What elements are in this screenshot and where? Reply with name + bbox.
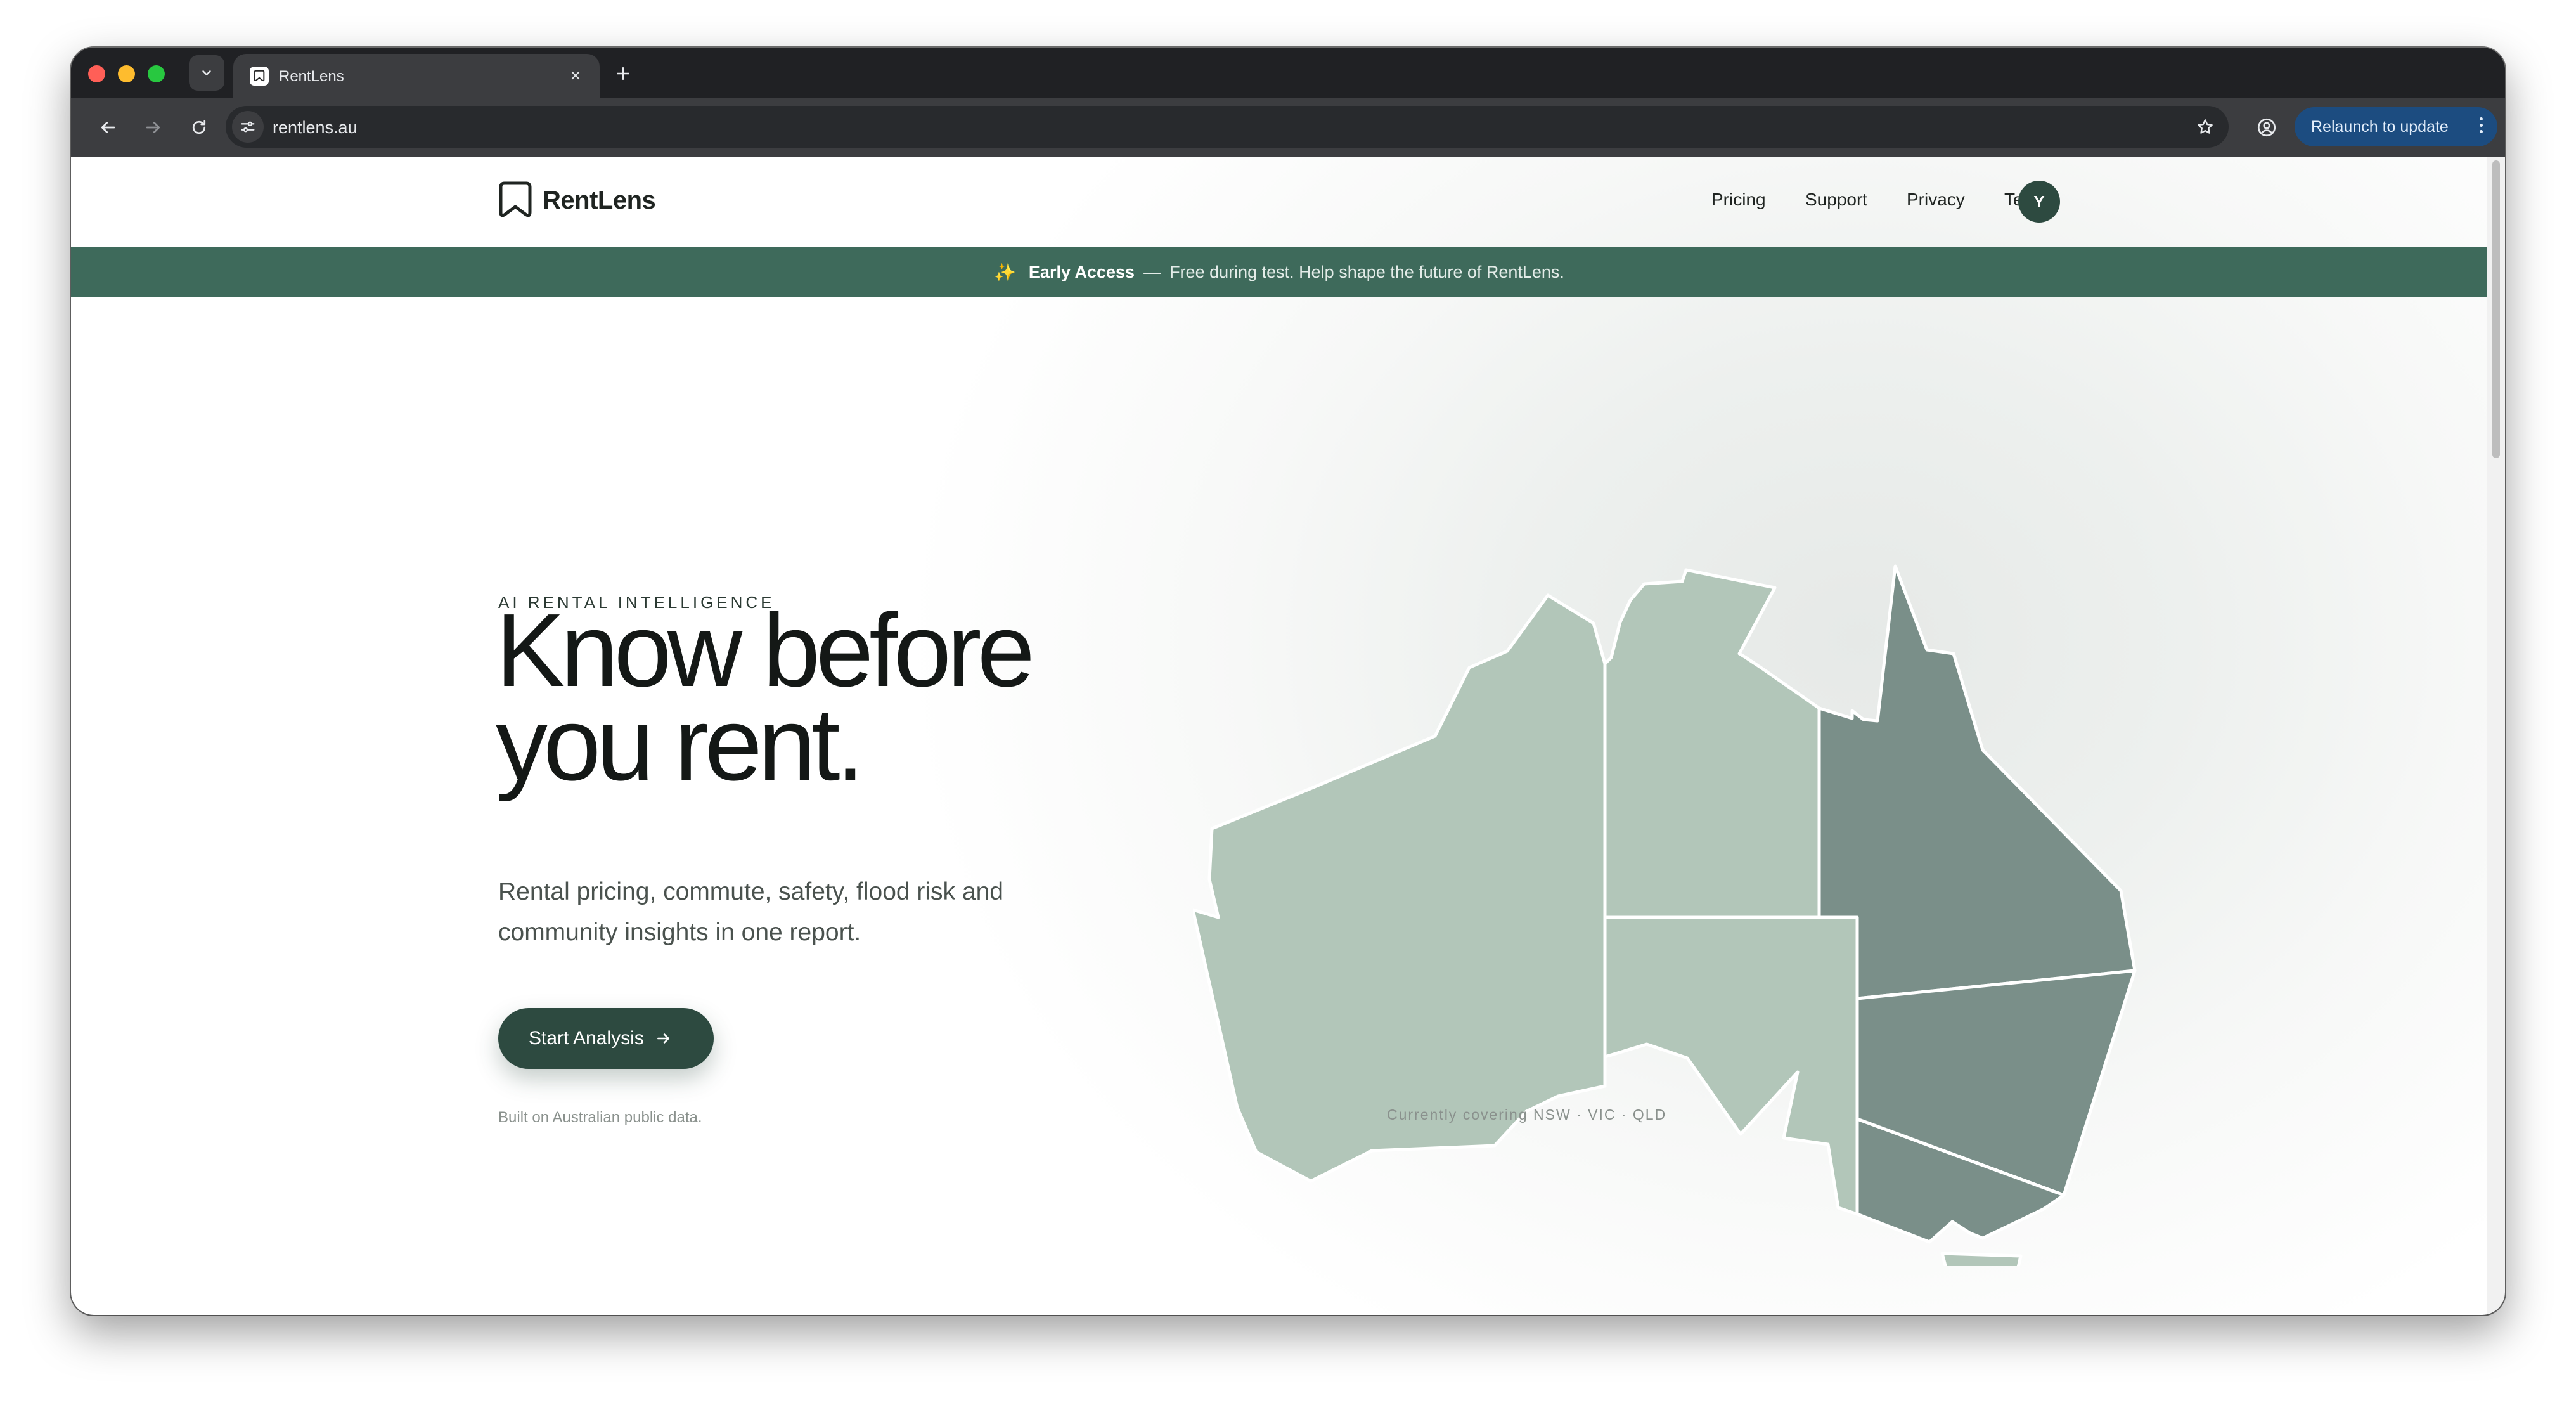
user-avatar[interactable]: Y <box>2018 181 2060 223</box>
browser-toolbar: rentlens.au Relaunch to update <box>71 98 2505 157</box>
maximize-window-button[interactable] <box>148 65 165 82</box>
more-vert-icon <box>2478 117 2483 136</box>
profile-icon <box>2257 118 2276 137</box>
minimize-window-button[interactable] <box>118 65 135 82</box>
hero-footnote: Built on Australian public data. <box>498 1109 702 1126</box>
relaunch-label: Relaunch to update <box>2311 117 2449 136</box>
headline-line-2: you rent. <box>496 686 865 802</box>
new-tab-button[interactable] <box>609 59 638 88</box>
early-access-banner: ✨ Early Access — Free during test. Help … <box>71 247 2487 297</box>
map-region-nt <box>1603 568 1821 919</box>
tab-search-icon <box>202 70 211 75</box>
address-bar[interactable]: rentlens.au <box>226 106 2229 148</box>
map-region-qld <box>1817 564 2137 1000</box>
url-text: rentlens.au <box>273 118 357 137</box>
tab-title: RentLens <box>279 68 344 85</box>
sparkle-icon: ✨ <box>994 262 1016 282</box>
site-header: RentLens Pricing Support Privacy Terms Y <box>71 157 2487 247</box>
back-arrow-icon <box>101 122 115 133</box>
close-window-button[interactable] <box>88 65 105 82</box>
reload-icon <box>192 120 206 134</box>
rentlens-favicon-icon <box>250 67 269 86</box>
browser-tab[interactable]: RentLens <box>233 54 600 98</box>
browser-window: RentLens rentlens.au Relaunch to update … <box>71 48 2505 1315</box>
close-icon <box>571 71 580 80</box>
map-region-sa <box>1603 915 1859 1216</box>
scrollbar-thumb[interactable] <box>2492 160 2500 458</box>
hero-subhead: Rental pricing, commute, safety, flood r… <box>498 878 1003 946</box>
forward-button[interactable] <box>139 113 167 141</box>
cta-label: Start Analysis <box>529 1028 644 1049</box>
tab-search-button[interactable] <box>189 55 224 91</box>
star-icon <box>2198 119 2213 134</box>
australia-map <box>1193 564 2137 1266</box>
brand-name: RentLens <box>543 186 656 214</box>
plus-icon <box>617 67 629 80</box>
forward-arrow-icon <box>146 122 160 133</box>
reload-button[interactable] <box>185 113 213 141</box>
banner-text: Free during test. Help shape the future … <box>1169 262 1564 281</box>
banner-dash: — <box>1143 262 1161 281</box>
hero-headline: Know before you rent. <box>496 598 1193 796</box>
banner-title: Early Access <box>1028 262 1135 281</box>
nav-link-pricing[interactable]: Pricing <box>1711 190 1766 210</box>
brand-logo-link[interactable]: RentLens <box>497 181 656 220</box>
map-region-wa <box>1193 593 1607 1183</box>
tab-strip: RentLens <box>71 48 2505 98</box>
nav-link-privacy[interactable]: Privacy <box>1907 190 1965 210</box>
back-button[interactable] <box>94 113 122 141</box>
start-analysis-button[interactable]: Start Analysis <box>498 1008 714 1069</box>
profile-button[interactable] <box>2251 112 2282 143</box>
rentlens-logo-icon <box>499 181 532 217</box>
tab-close-button[interactable] <box>564 64 587 87</box>
site-info-button[interactable] <box>232 111 264 143</box>
nav-link-support[interactable]: Support <box>1805 190 1867 210</box>
page-viewport: RentLens Pricing Support Privacy Terms Y… <box>71 157 2487 1315</box>
arrow-right-icon <box>657 1033 669 1044</box>
bookmark-button[interactable] <box>2192 113 2219 140</box>
coverage-label: Currently covering NSW · VIC · QLD <box>1387 1106 1667 1123</box>
relaunch-to-update-button[interactable]: Relaunch to update <box>2295 107 2497 146</box>
page-scrollbar[interactable] <box>2487 157 2505 1315</box>
map-region-tas <box>1940 1252 2023 1266</box>
site-settings-icon <box>241 121 255 133</box>
